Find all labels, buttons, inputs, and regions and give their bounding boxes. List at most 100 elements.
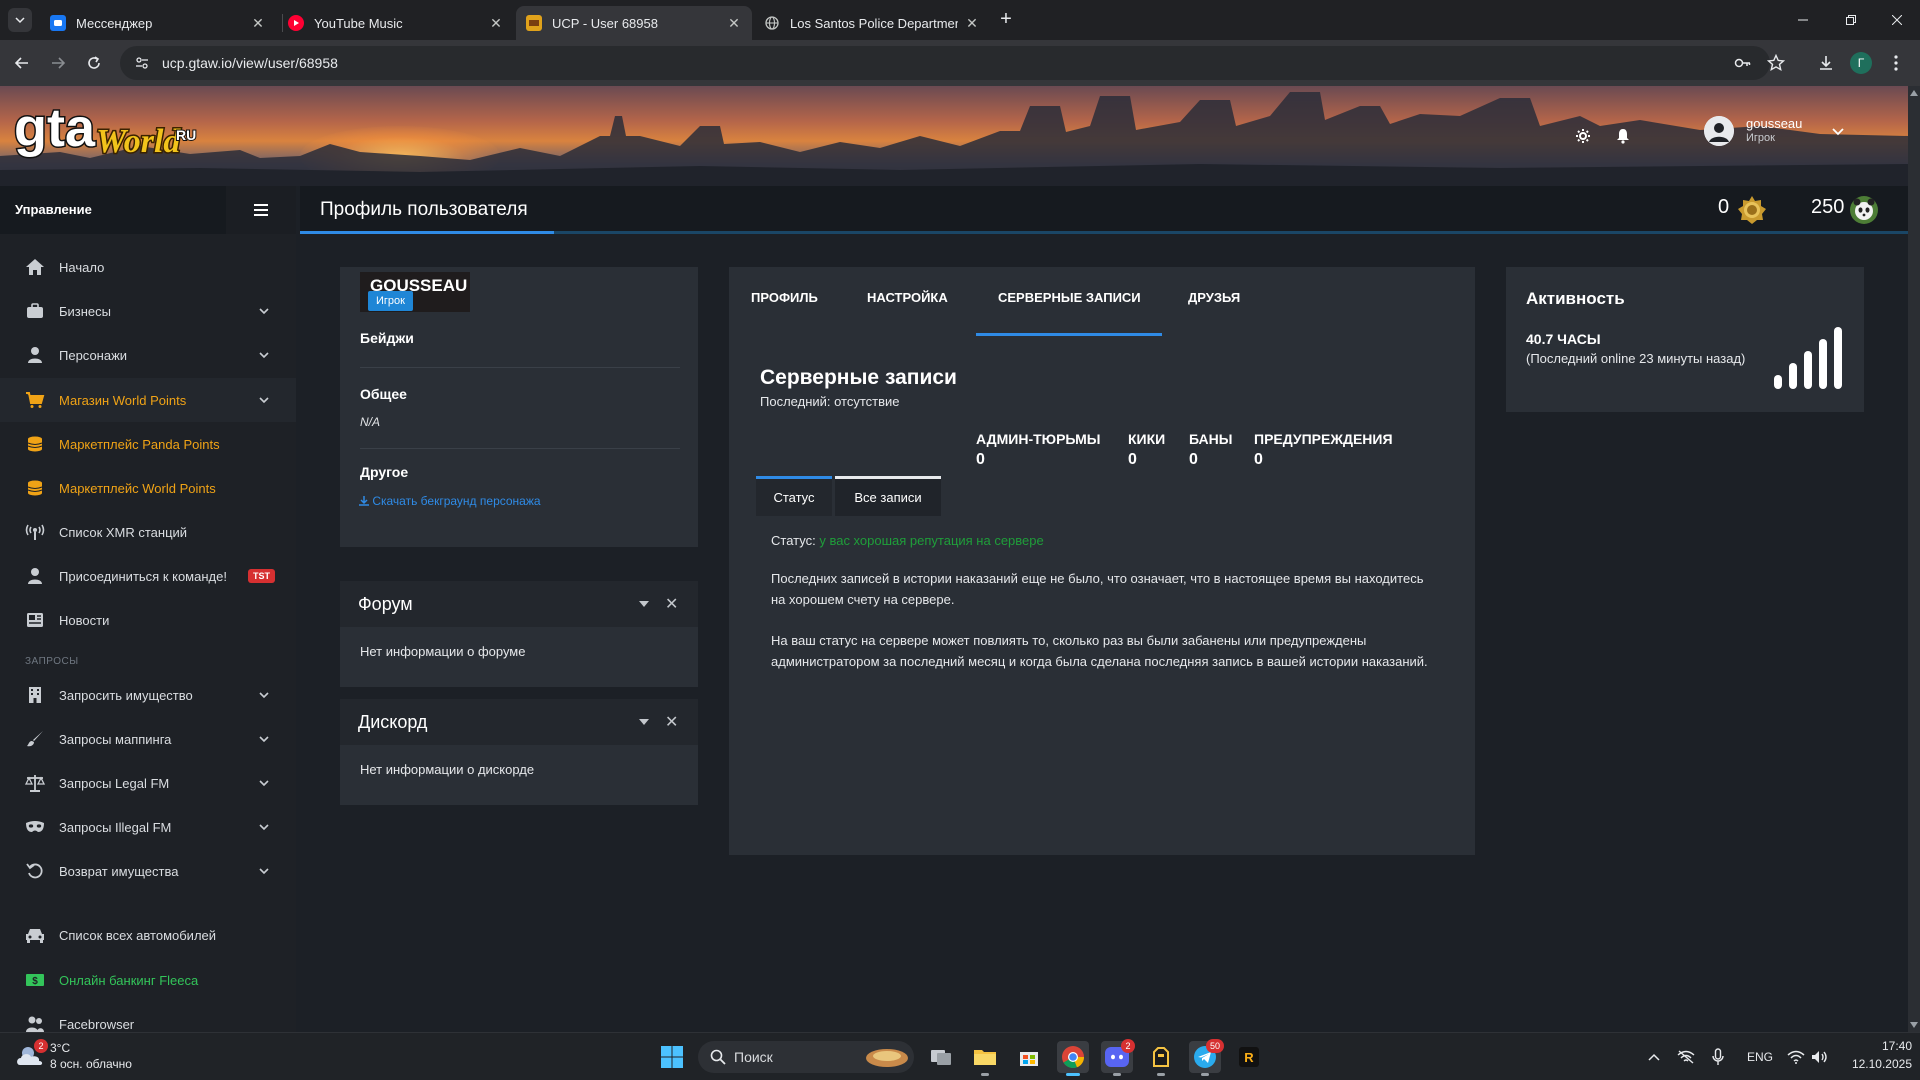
- notification-bell-icon[interactable]: [1613, 126, 1633, 146]
- page-title: Профиль пользователя: [320, 199, 528, 220]
- password-key-icon[interactable]: [1732, 52, 1754, 74]
- sidebar-item-news[interactable]: Новости: [0, 598, 296, 642]
- microsoft-store-icon[interactable]: [1013, 1041, 1045, 1073]
- browser-tab-ucp[interactable]: UCP - User 68958 ✕: [516, 6, 752, 40]
- menu-dots-icon[interactable]: [1885, 52, 1907, 74]
- microphone-icon[interactable]: [1704, 1041, 1732, 1073]
- tab-profile[interactable]: ПРОФИЛЬ: [751, 290, 818, 305]
- chevron-up-icon: [1648, 1053, 1660, 1061]
- sidebar-item-illegal-fm[interactable]: Запросы Illegal FM: [0, 805, 296, 849]
- discord-icon[interactable]: 2: [1101, 1039, 1135, 1076]
- chevron-down-icon: [259, 352, 269, 359]
- server-records-card: ПРОФИЛЬ НАСТРОЙКА СЕРВЕРНЫЕ ЗАПИСИ ДРУЗЬ…: [729, 267, 1475, 855]
- user-menu[interactable]: gousseau Игрок: [1700, 110, 1900, 154]
- page-scrollbar[interactable]: [1908, 86, 1920, 1032]
- discord-widget-body: Нет информации о дискорде: [360, 762, 535, 777]
- building-icon: [24, 684, 46, 706]
- world-points-value: 0: [1718, 196, 1730, 218]
- language-indicator[interactable]: ENG: [1747, 1050, 1773, 1064]
- coins-icon: [24, 433, 46, 455]
- address-bar[interactable]: ucp.gtaw.io/view/user/68958: [120, 46, 1770, 80]
- restore-button[interactable]: [1828, 0, 1874, 40]
- close-tab-icon[interactable]: ✕: [488, 15, 504, 31]
- reload-button[interactable]: [82, 51, 106, 75]
- settings-gear-icon[interactable]: [1573, 126, 1593, 146]
- chrome-icon[interactable]: [1057, 1041, 1089, 1076]
- sidebar-item-xmr-stations[interactable]: Список XMR станций: [0, 510, 296, 554]
- sidebar-item-property-return[interactable]: Возврат имущества: [0, 849, 296, 893]
- rage-mp-icon[interactable]: [1145, 1041, 1177, 1076]
- sidebar-item-mapping-requests[interactable]: Запросы маппинга: [0, 717, 296, 761]
- cart-icon: [24, 389, 46, 411]
- sidebar-item-all-vehicles[interactable]: Список всех автомобилей: [0, 913, 296, 957]
- browser-tab-messenger[interactable]: Мессенджер ✕: [40, 6, 276, 40]
- sidebar-item-request-property[interactable]: Запросить имущество: [0, 673, 296, 717]
- collapse-icon[interactable]: [639, 601, 649, 607]
- forum-widget-title: Форум: [358, 594, 413, 614]
- close-icon[interactable]: ✕: [665, 712, 678, 732]
- tab-settings[interactable]: НАСТРОЙКА: [867, 290, 948, 305]
- rockstar-launcher-icon[interactable]: R: [1233, 1041, 1265, 1073]
- sidebar-item-legal-fm[interactable]: Запросы Legal FM: [0, 761, 296, 805]
- world-points-medal-icon: [1738, 196, 1766, 224]
- tab-server-records[interactable]: СЕРВЕРНЫЕ ЗАПИСИ: [998, 290, 1141, 305]
- close-window-button[interactable]: [1874, 0, 1920, 40]
- weather-badge: 2: [34, 1039, 48, 1053]
- show-hidden-icons-button[interactable]: [1640, 1041, 1668, 1073]
- sidebar-item-fleeca-banking[interactable]: $ Онлайн банкинг Fleeca: [0, 958, 296, 1002]
- subtab-all-records[interactable]: Все записи: [835, 476, 941, 516]
- browser-tab-youtube-music[interactable]: YouTube Music ✕: [278, 6, 514, 40]
- forward-button[interactable]: [46, 51, 70, 75]
- records-last: Последний: отсутствие: [760, 394, 900, 409]
- sidebar-item-world-marketplace[interactable]: Маркетплейс World Points: [0, 466, 296, 510]
- collapse-icon[interactable]: [639, 719, 649, 725]
- volume-icon[interactable]: [1806, 1041, 1834, 1073]
- sidebar-toggle-button[interactable]: [226, 186, 296, 234]
- close-tab-icon[interactable]: ✕: [250, 15, 266, 31]
- sidebar-item-home[interactable]: Начало: [0, 245, 296, 289]
- subtab-status[interactable]: Статус: [756, 476, 832, 516]
- chevron-down-icon: [259, 824, 269, 831]
- stat-label-admin-jails: АДМИН-ТЮРЬМЫ: [976, 431, 1101, 447]
- other-title: Другое: [360, 464, 409, 480]
- taskbar-search-box[interactable]: Поиск: [698, 1041, 914, 1073]
- antenna-icon: [24, 521, 46, 543]
- coins-icon: [24, 477, 46, 499]
- download-icon[interactable]: [1815, 52, 1837, 74]
- activity-hours: 40.7 ЧАСЫ: [1526, 331, 1601, 347]
- file-explorer-icon[interactable]: [969, 1041, 1001, 1076]
- clock[interactable]: 17:40 12.10.2025: [1840, 1039, 1912, 1075]
- browser-toolbar: ucp.gtaw.io/view/user/68958 Г: [0, 40, 1920, 86]
- profile-avatar[interactable]: Г: [1850, 52, 1872, 74]
- close-tab-icon[interactable]: ✕: [726, 15, 742, 31]
- tab-search-button[interactable]: [8, 8, 32, 32]
- reload-icon: [88, 56, 100, 69]
- new-tab-button[interactable]: +: [996, 9, 1016, 30]
- stat-value-warnings: 0: [1254, 451, 1263, 468]
- telegram-icon[interactable]: 50: [1189, 1039, 1224, 1076]
- sidebar-item-join-team[interactable]: Присоединиться к команде! TST: [0, 554, 296, 598]
- close-icon[interactable]: ✕: [665, 594, 678, 614]
- weather-widget[interactable]: 2 3°C 8 осн. облачно: [14, 1039, 164, 1075]
- activity-last-online: (Последний online 23 минуты назад): [1526, 351, 1746, 366]
- download-background-link[interactable]: Скачать бекграунд персонажа: [359, 494, 541, 508]
- sidebar-item-panda-marketplace[interactable]: Маркетплейс Panda Points: [0, 422, 296, 466]
- sidebar-item-business[interactable]: Бизнесы: [0, 289, 296, 333]
- tab-friends[interactable]: ДРУЗЬЯ: [1188, 290, 1240, 305]
- status-label: Статус:: [771, 533, 816, 548]
- network-off-icon[interactable]: [1672, 1041, 1700, 1073]
- sidebar-item-characters[interactable]: Персонажи: [0, 333, 296, 377]
- browser-tab-lspd[interactable]: Los Santos Police Department - ✕: [754, 6, 990, 40]
- signal-bar: [1774, 375, 1782, 389]
- close-icon: [1892, 15, 1902, 25]
- minimize-button[interactable]: [1780, 0, 1826, 40]
- sidebar-item-world-points-shop[interactable]: Магазин World Points: [0, 378, 296, 422]
- close-tab-icon[interactable]: ✕: [964, 15, 980, 31]
- windows-start-icon[interactable]: [656, 1041, 688, 1073]
- sidebar-item-facebrowser[interactable]: Facebrowser: [0, 1002, 296, 1032]
- back-button[interactable]: [10, 51, 34, 75]
- brush-icon: [24, 728, 46, 750]
- bookmark-star-icon[interactable]: [1765, 52, 1787, 74]
- browser-tab-bar: Мессенджер ✕ YouTube Music ✕ UCP - User …: [0, 0, 1920, 40]
- task-view-icon[interactable]: [925, 1041, 957, 1073]
